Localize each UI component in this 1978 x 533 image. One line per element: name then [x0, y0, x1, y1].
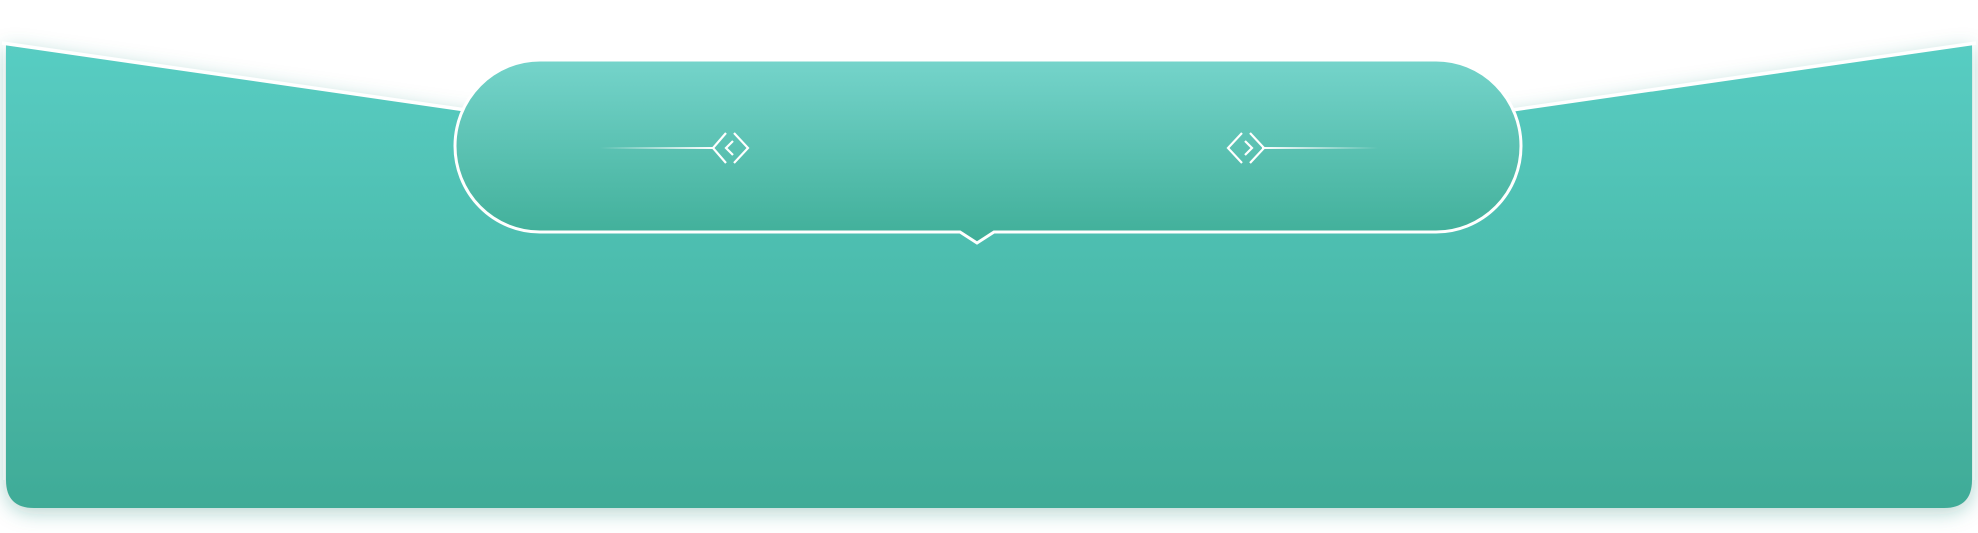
banner-graphic [1, 41, 1977, 508]
banner-frame [0, 0, 1978, 533]
title-pill [453, 58, 1523, 245]
right-ornament-line [1262, 147, 1378, 149]
left-ornament-line [600, 147, 714, 149]
